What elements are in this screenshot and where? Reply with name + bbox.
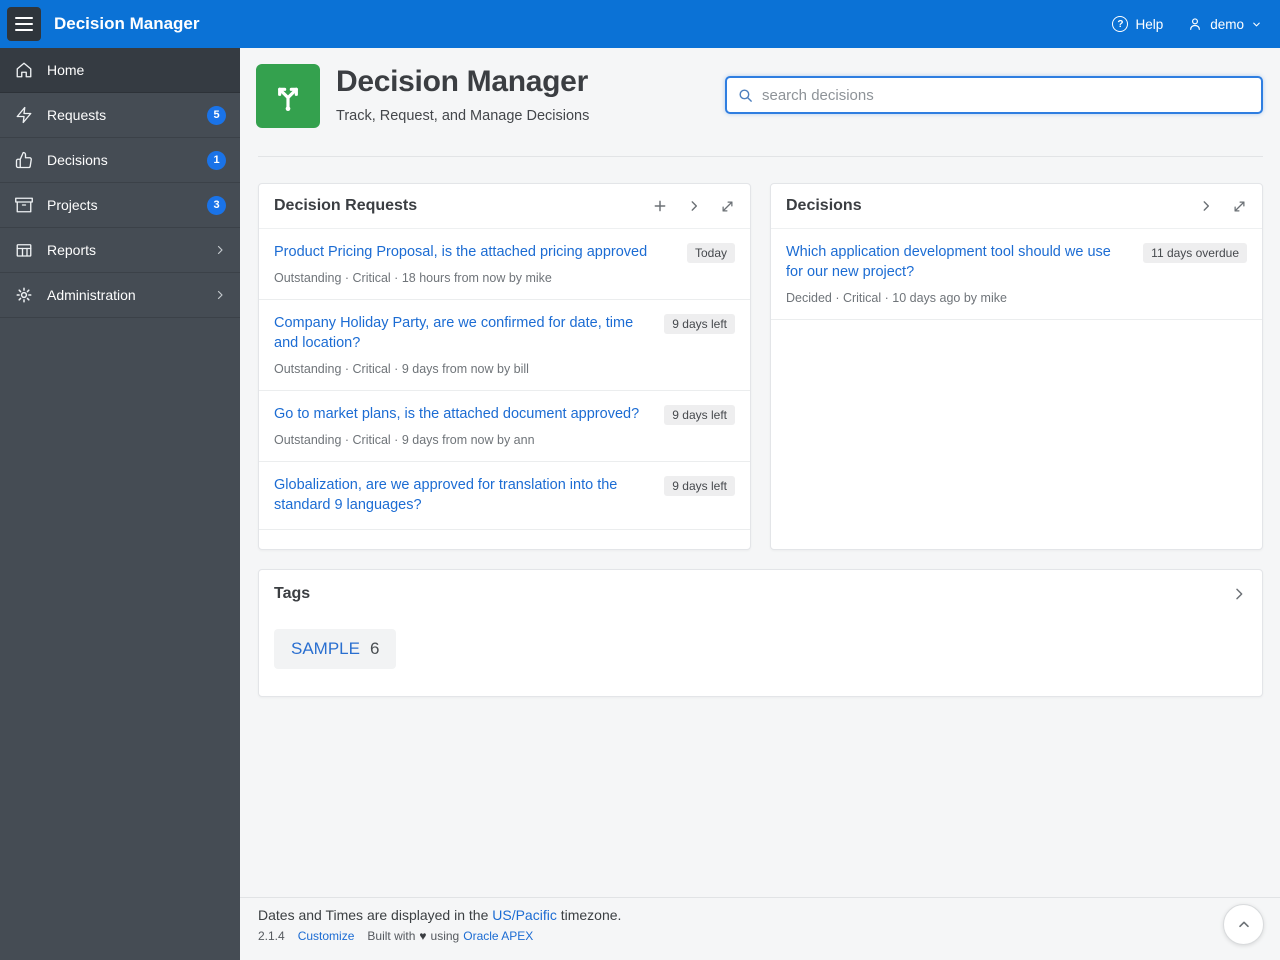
list-item: Globalization, are we approved for trans… (259, 462, 750, 531)
due-badge: 9 days left (664, 475, 735, 496)
timezone-link[interactable]: US/Pacific (492, 907, 557, 923)
request-link[interactable]: Company Holiday Party, are we confirmed … (274, 313, 652, 354)
card-title: Decision Requests (274, 197, 418, 214)
tag-label: SAMPLE (291, 639, 360, 658)
timezone-note: Dates and Times are displayed in the US/… (258, 907, 1280, 923)
decision-requests-card: Decision Requests Product Pricing Propos… (258, 183, 751, 550)
open-decisions-button[interactable] (1199, 199, 1213, 213)
expand-icon (722, 201, 733, 211)
request-link[interactable]: Product Pricing Proposal, is the attache… (274, 242, 675, 262)
due-badge: 9 days left (664, 314, 735, 334)
list-item: Company Holiday Party, are we confirmed … (259, 300, 750, 391)
card-title: Tags (274, 584, 311, 602)
user-menu[interactable]: demo (1187, 16, 1262, 32)
list-item: Product Pricing Proposal, is the attache… (259, 229, 750, 300)
heart-icon: ♥ (419, 929, 427, 943)
app-title: Decision Manager (54, 14, 200, 33)
top-header: Decision Manager ? Help demo (0, 0, 1280, 48)
sidebar-item-label: Projects (47, 197, 98, 213)
open-tags-button[interactable] (1231, 586, 1247, 602)
chevron-down-icon (1253, 22, 1260, 26)
request-meta: Outstanding · Critical · 9 days from now… (274, 361, 529, 376)
customize-link[interactable]: Customize (298, 929, 355, 943)
add-request-button[interactable] (652, 198, 668, 214)
box-icon (15, 196, 33, 214)
page-subtitle: Track, Request, and Manage Decisions (336, 108, 590, 124)
chevron-right-icon (1203, 201, 1210, 211)
expand-icon (1234, 201, 1245, 211)
request-link[interactable]: Go to market plans, is the attached docu… (274, 404, 652, 424)
sidebar-item-label: Home (47, 62, 85, 78)
table-icon (15, 241, 33, 259)
sidebar-item-label: Administration (47, 287, 136, 303)
thumbs-up-icon (15, 151, 33, 169)
card-title: Decisions (786, 197, 862, 214)
page-header: Decision Manager Track, Request, and Man… (240, 48, 1280, 156)
user-label: demo (1210, 16, 1244, 32)
sidebar-item-reports[interactable]: Reports (0, 228, 240, 273)
main-content: Decision Manager Track, Request, and Man… (240, 48, 1280, 897)
help-button[interactable]: ? Help (1112, 16, 1163, 32)
request-meta: Outstanding · Critical · 9 days from now… (274, 432, 535, 447)
expand-requests-button[interactable] (720, 199, 735, 214)
sidebar-item-requests[interactable]: Requests 5 (0, 93, 240, 138)
sidebar-item-label: Reports (47, 242, 97, 258)
chevron-right-icon (691, 201, 698, 211)
built-mid: using (430, 929, 460, 943)
timezone-prefix: Dates and Times are displayed in the (258, 907, 489, 923)
tag-count: 6 (369, 639, 380, 658)
request-link[interactable]: Globalization, are we approved for trans… (274, 475, 652, 516)
decision-meta: Decided · Critical · 10 days ago by mike (786, 290, 1007, 305)
decision-link[interactable]: Which application development tool shoul… (786, 242, 1131, 283)
overdue-badge: 11 days overdue (1143, 243, 1247, 263)
list-item: Go to market plans, is the attached docu… (259, 391, 750, 462)
search-icon (739, 88, 752, 102)
hamburger-menu-icon[interactable] (7, 7, 41, 41)
tag-sample[interactable]: SAMPLE 6 (274, 629, 397, 669)
help-icon: ? (1112, 16, 1129, 32)
plus-icon (654, 200, 666, 212)
lightning-icon (15, 106, 33, 124)
sidebar-item-administration[interactable]: Administration (0, 273, 240, 318)
built-prefix: Built with (367, 929, 416, 943)
sidebar-item-projects[interactable]: Projects 3 (0, 183, 240, 228)
list-item: Which application development tool shoul… (771, 229, 1262, 320)
decisions-card: Decisions Which application development … (770, 183, 1263, 550)
requests-count-badge: 5 (207, 105, 226, 125)
chevron-up-icon (1238, 921, 1249, 927)
chevron-right-icon (214, 289, 226, 301)
projects-count-badge: 3 (207, 195, 226, 215)
gear-icon (15, 286, 33, 304)
request-meta: Outstanding · Critical · 18 hours from n… (274, 271, 552, 285)
home-icon (15, 61, 33, 79)
page-title: Decision Manager (336, 65, 588, 98)
sidebar-item-label: Decisions (47, 152, 108, 168)
chevron-right-icon (214, 244, 226, 256)
open-requests-button[interactable] (687, 199, 701, 213)
version-label: 2.1.4 (258, 929, 285, 943)
sidebar-item-label: Requests (47, 107, 107, 123)
tags-card: Tags SAMPLE 6 (258, 569, 1263, 697)
page-footer: Dates and Times are displayed in the US/… (240, 897, 1280, 960)
scroll-to-top-button[interactable] (1223, 904, 1264, 945)
user-icon (1190, 18, 1201, 30)
sidebar-item-decisions[interactable]: Decisions 1 (0, 138, 240, 183)
sidebar-item-home[interactable]: Home (0, 48, 240, 93)
search-input[interactable] (762, 86, 1261, 104)
oracle-apex-link[interactable]: Oracle APEX (463, 929, 533, 943)
help-label: Help (1135, 16, 1164, 32)
due-badge: 9 days left (664, 404, 735, 425)
due-badge: Today (686, 243, 735, 263)
chevron-right-icon (1236, 588, 1243, 599)
search-box (725, 76, 1263, 114)
timezone-suffix: timezone. (560, 907, 622, 923)
decisions-count-badge: 1 (207, 150, 226, 170)
expand-decisions-button[interactable] (1232, 199, 1247, 214)
app-logo-icon (256, 64, 320, 128)
built-with-note: Built with ♥ using Oracle APEX (367, 929, 533, 943)
sidebar-nav: Home Requests 5 Decisions 1 Projects 3 R… (0, 48, 240, 960)
